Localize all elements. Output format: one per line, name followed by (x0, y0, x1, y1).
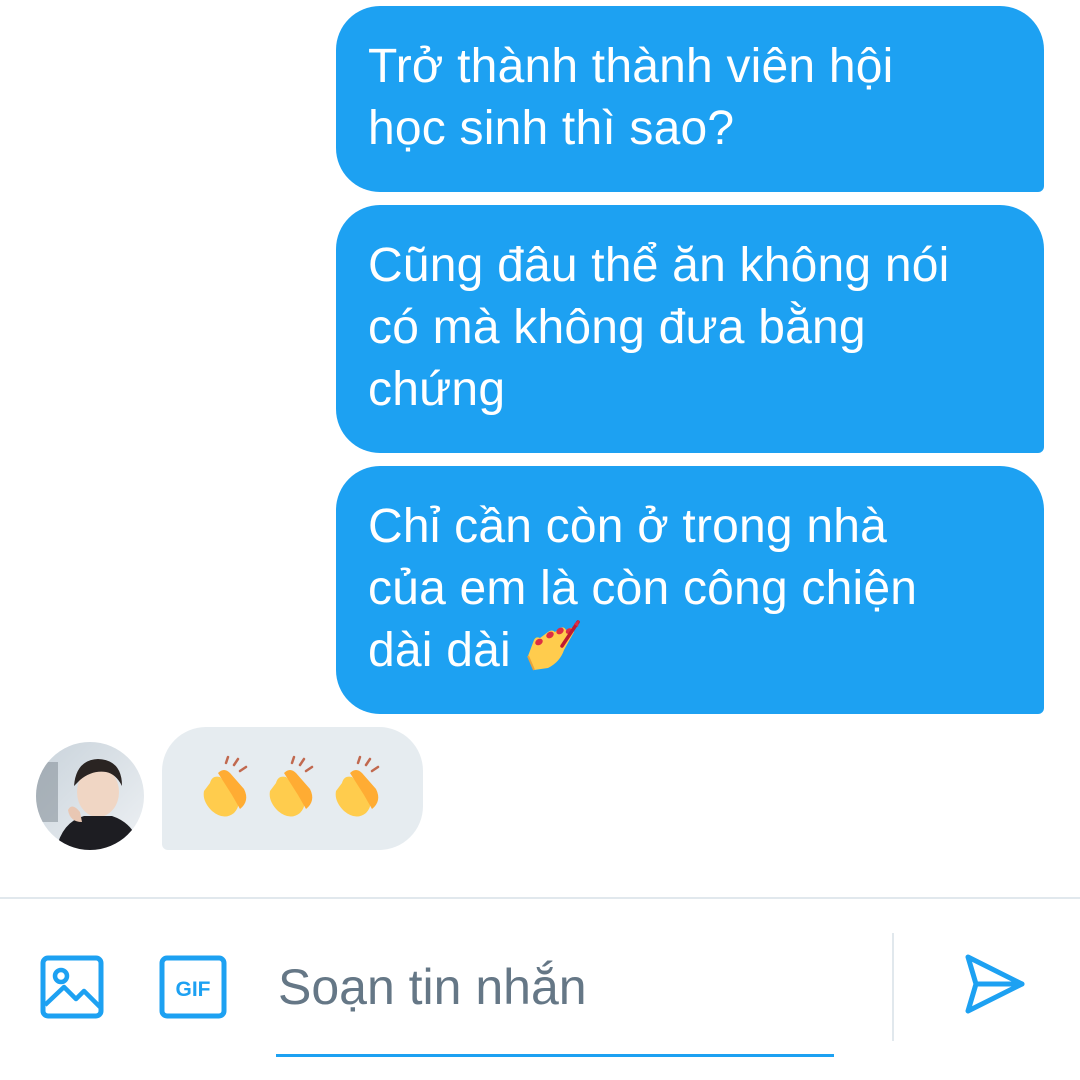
message-input[interactable]: Soạn tin nhắn (276, 949, 834, 1057)
message-text-line: dài dài (368, 620, 1014, 682)
incoming-message[interactable] (162, 727, 423, 850)
message-text-line: Cũng đâu thể ăn không nói (368, 239, 950, 292)
message-input-placeholder: Soạn tin nhắn (278, 959, 587, 1015)
composer-divider (892, 933, 894, 1041)
send-icon[interactable] (962, 951, 1028, 1017)
clapping-hands-icon (335, 755, 380, 817)
message-text-line: Chỉ cần còn ở trong nhà (368, 500, 888, 553)
outgoing-message[interactable]: Chỉ cần còn ở trong nhà của em là còn cô… (336, 466, 1044, 714)
message-text-line: học sinh thì sao? (368, 102, 735, 155)
gif-label: GIF (176, 978, 211, 1001)
message-text-line: chứng (368, 363, 506, 416)
dm-conversation: Trở thành thành viên hội học sinh thì sa… (0, 0, 1080, 1080)
message-composer: GIF Soạn tin nhắn (0, 897, 1080, 1080)
avatar[interactable] (36, 742, 144, 850)
nail-polish-icon (527, 620, 581, 671)
message-text-line: có mà không đưa bằng (368, 301, 866, 354)
gif-icon[interactable]: GIF (159, 955, 227, 1019)
message-text: dài dài (368, 624, 511, 677)
message-text-line: của em là còn công chiện (368, 562, 918, 615)
clapping-hands-icon (269, 755, 314, 817)
outgoing-message[interactable]: Cũng đâu thể ăn không nói có mà không đư… (336, 205, 1044, 453)
message-text-line: Trở thành thành viên hội (368, 40, 894, 93)
outgoing-message[interactable]: Trở thành thành viên hội học sinh thì sa… (336, 6, 1044, 192)
image-icon[interactable] (40, 955, 104, 1019)
clapping-hands-icon (203, 755, 248, 817)
avatar-photo (36, 742, 144, 850)
